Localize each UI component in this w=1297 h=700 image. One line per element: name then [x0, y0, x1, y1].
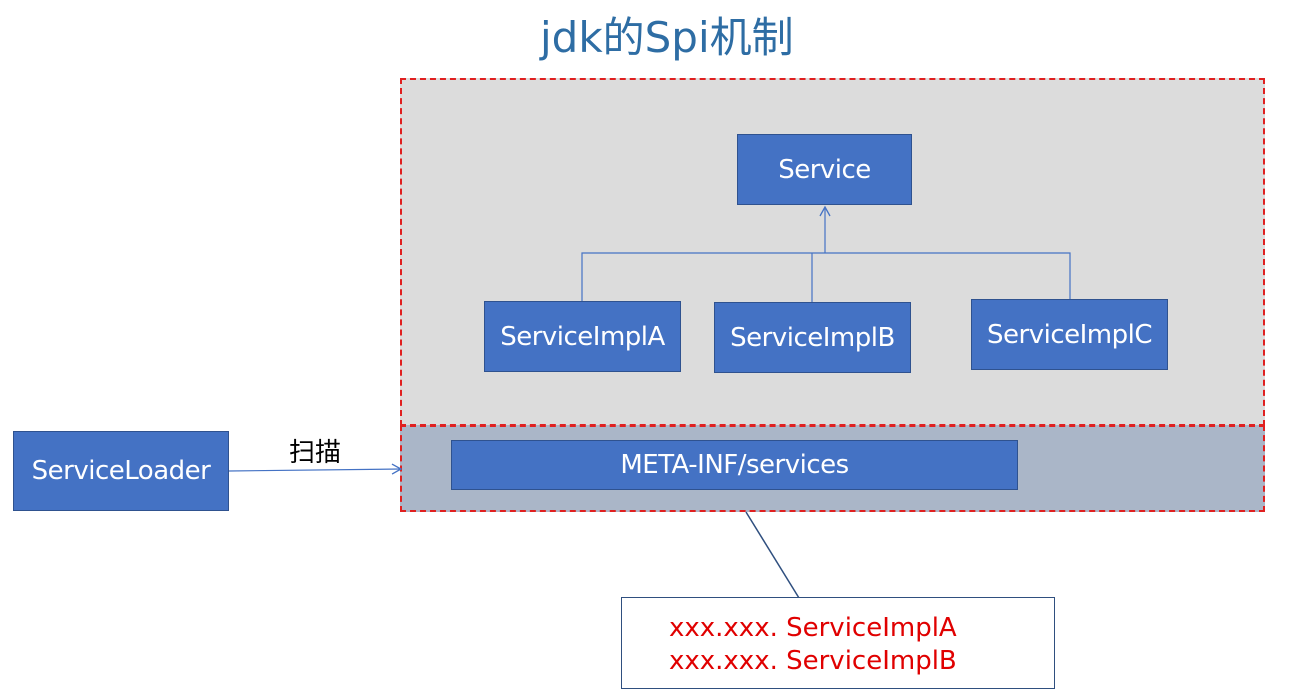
service-impl-a-label: ServiceImplA: [500, 321, 665, 352]
service-node: Service: [737, 134, 912, 205]
meta-inf-services-label: META-INF/services: [620, 450, 849, 480]
spi-diagram: jdk的Spi机制 Service ServiceImplA ServiceIm…: [0, 0, 1297, 700]
meta-inf-services-node: META-INF/services: [451, 440, 1018, 490]
service-node-label: Service: [778, 154, 871, 185]
service-impl-b-label: ServiceImplB: [730, 322, 895, 353]
scan-arrow: [228, 463, 403, 475]
scan-label: 扫描: [289, 438, 342, 468]
service-impl-b-node: ServiceImplB: [714, 302, 911, 373]
service-impl-c-label: ServiceImplC: [987, 319, 1152, 350]
note-line-impl-b: xxx.xxx. ServiceImplB: [669, 646, 957, 676]
service-impl-a-node: ServiceImplA: [484, 301, 681, 372]
service-hierarchy-region: [400, 78, 1265, 426]
note-line-impl-a: xxx.xxx. ServiceImplA: [669, 613, 957, 643]
service-loader-node: ServiceLoader: [13, 431, 229, 511]
services-file-note: xxx.xxx. ServiceImplA xxx.xxx. ServiceIm…: [621, 597, 1055, 689]
diagram-title: jdk的Spi机制: [540, 13, 794, 62]
service-loader-label: ServiceLoader: [31, 456, 211, 486]
service-impl-c-node: ServiceImplC: [971, 299, 1168, 370]
note-connector: [745, 511, 800, 599]
